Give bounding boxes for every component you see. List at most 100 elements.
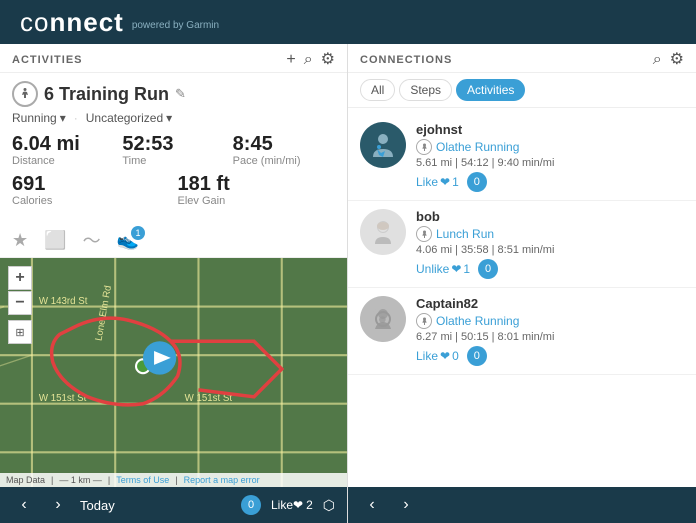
terms-of-use-link[interactable]: Terms of Use (116, 475, 169, 485)
add-activity-button[interactable]: + (286, 52, 295, 68)
connection-name: ejohnst (416, 122, 684, 137)
connections-title: CONNECTIONS (360, 54, 452, 66)
connections-list: ejohnst Olathe Running 5.61 mi | 54:12 |… (348, 108, 696, 487)
activities-title: ACTIVITIES (12, 54, 83, 66)
connection-activity-name[interactable]: Olathe Running (436, 314, 519, 328)
activity-category[interactable]: Uncategorized ▾ (86, 111, 172, 125)
share-button[interactable]: ⬡ (323, 497, 335, 514)
map-svg: W 143rd St W 151st St W 151st St S Ridge… (0, 258, 347, 487)
logo: connect (20, 7, 124, 38)
connection-name: Captain82 (416, 296, 684, 311)
comment-button[interactable]: 0 (467, 172, 487, 192)
stat-time: 52:53 Time (122, 133, 224, 167)
activity-type[interactable]: Running ▾ (12, 111, 66, 125)
connections-tabs: All Steps Activities (348, 79, 696, 108)
map-controls: + − ⊞ (8, 266, 32, 344)
app-header: connect powered by Garmin (0, 0, 696, 44)
comment-button[interactable]: 0 (478, 259, 498, 279)
next-connection-button[interactable]: › (394, 496, 418, 514)
connection-stats: 6.27 mi | 50:15 | 8:01 min/mi (416, 331, 684, 343)
tab-steps[interactable]: Steps (399, 79, 452, 101)
left-panel-header: ACTIVITIES + ⌕ ⚙ (0, 44, 347, 73)
stat-calories: 691 Calories (12, 173, 170, 207)
connection-actions: Unlike ❤ 1 0 (416, 259, 684, 279)
avatar (360, 209, 406, 255)
svg-text:W 151st St: W 151st St (39, 393, 87, 404)
footer-likes: Like❤ 2 (271, 498, 313, 512)
connection-activity-name[interactable]: Lunch Run (436, 227, 494, 241)
panel-actions: + ⌕ ⚙ (286, 52, 335, 68)
right-footer: ‹ › (348, 487, 696, 523)
list-item: ejohnst Olathe Running 5.61 mi | 54:12 |… (348, 114, 696, 201)
main-content: ACTIVITIES + ⌕ ⚙ 6 Training Run (0, 44, 696, 523)
left-footer: ‹ › Today 0 Like❤ 2 ⬡ (0, 487, 347, 523)
map-layers[interactable]: ⊞ (8, 320, 32, 344)
connections-settings-button[interactable]: ⚙ (670, 52, 684, 68)
map-area[interactable]: W 143rd St W 151st St W 151st St S Ridge… (0, 258, 347, 487)
conn-run-icon (416, 313, 432, 329)
like-button[interactable]: Like ❤ 1 (416, 175, 459, 189)
prev-activity-button[interactable]: ‹ (12, 496, 36, 514)
map-zoom-out[interactable]: − (8, 291, 32, 315)
avatar (360, 296, 406, 342)
connection-stats: 4.06 mi | 35:58 | 8:51 min/mi (416, 244, 684, 256)
stats-grid: 6.04 mi Distance 52:53 Time 8:45 Pace (m… (12, 133, 335, 167)
like-button[interactable]: Like ❤ 0 (416, 349, 459, 363)
connection-details: ejohnst Olathe Running 5.61 mi | 54:12 |… (416, 122, 684, 192)
search-connections-button[interactable]: ⌕ (653, 52, 662, 68)
logo-light: co (20, 7, 49, 37)
unlike-button[interactable]: Unlike ❤ 1 (416, 262, 470, 276)
activity-tabs-row: ★ ⬜ 〜 👟 1 (0, 223, 347, 258)
connection-details: Captain82 Olathe Running 6.27 mi | 50:15… (416, 296, 684, 366)
prev-connection-button[interactable]: ‹ (360, 496, 384, 514)
conn-run-icon (416, 226, 432, 242)
svg-text:W 143rd St: W 143rd St (39, 296, 88, 307)
stats-grid-2: 691 Calories 181 ft Elev Gain (12, 173, 335, 207)
right-panel-header: CONNECTIONS ⌕ ⚙ (348, 44, 696, 73)
map-attribution: Map Data | — 1 km — | Terms of Use | Rep… (0, 473, 347, 487)
left-panel: ACTIVITIES + ⌕ ⚙ 6 Training Run (0, 44, 348, 523)
connection-activity-row: Olathe Running (416, 313, 684, 329)
conn-run-icon (416, 139, 432, 155)
connection-actions: Like ❤ 1 0 (416, 172, 684, 192)
activity-title-row: 6 Training Run ✎ (12, 81, 335, 107)
activity-title: 6 Training Run (44, 84, 169, 105)
powered-by: powered by Garmin (132, 20, 219, 31)
report-map-link[interactable]: Report a map error (184, 475, 260, 485)
tab-shoes-badge: 1 (131, 226, 145, 240)
connection-actions: Like ❤ 0 0 (416, 346, 684, 366)
footer-activity-count[interactable]: 0 (241, 495, 261, 515)
tab-activities[interactable]: Activities (456, 79, 525, 101)
stat-distance: 6.04 mi Distance (12, 133, 114, 167)
activity-run-icon (12, 81, 38, 107)
activity-meta: Running ▾ · Uncategorized ▾ (12, 111, 335, 125)
tab-all[interactable]: All (360, 79, 395, 101)
list-item: Captain82 Olathe Running 6.27 mi | 50:15… (348, 288, 696, 375)
edit-activity-button[interactable]: ✎ (175, 86, 186, 102)
stat-elev: 181 ft Elev Gain (178, 173, 336, 207)
logo-bold: nnect (49, 7, 123, 37)
activities-settings-button[interactable]: ⚙ (321, 52, 335, 68)
today-button[interactable]: Today (80, 498, 115, 513)
comment-button[interactable]: 0 (467, 346, 487, 366)
right-panel: CONNECTIONS ⌕ ⚙ All Steps Activities (348, 44, 696, 523)
connection-details: bob Lunch Run 4.06 mi | 35:58 | 8:51 min… (416, 209, 684, 279)
activity-card: 6 Training Run ✎ Running ▾ · Uncategoriz… (0, 73, 347, 223)
map-zoom-in[interactable]: + (8, 266, 32, 290)
connection-activity-row: Olathe Running (416, 139, 684, 155)
app-wrapper: connect powered by Garmin ACTIVITIES + ⌕… (0, 0, 696, 523)
connection-activity-name[interactable]: Olathe Running (436, 140, 519, 154)
connection-activity-row: Lunch Run (416, 226, 684, 242)
list-item: bob Lunch Run 4.06 mi | 35:58 | 8:51 min… (348, 201, 696, 288)
search-activities-button[interactable]: ⌕ (304, 52, 313, 68)
next-activity-button[interactable]: › (46, 496, 70, 514)
stat-pace: 8:45 Pace (min/mi) (233, 133, 335, 167)
tab-star[interactable]: ★ (12, 230, 28, 251)
tab-chart[interactable]: 〜 (83, 227, 101, 253)
connections-panel-actions: ⌕ ⚙ (653, 52, 684, 68)
tab-edit[interactable]: ⬜ (44, 230, 66, 251)
connection-name: bob (416, 209, 684, 224)
connection-stats: 5.61 mi | 54:12 | 9:40 min/mi (416, 157, 684, 169)
tab-shoes-wrapper: 👟 1 (117, 230, 139, 251)
avatar (360, 122, 406, 168)
